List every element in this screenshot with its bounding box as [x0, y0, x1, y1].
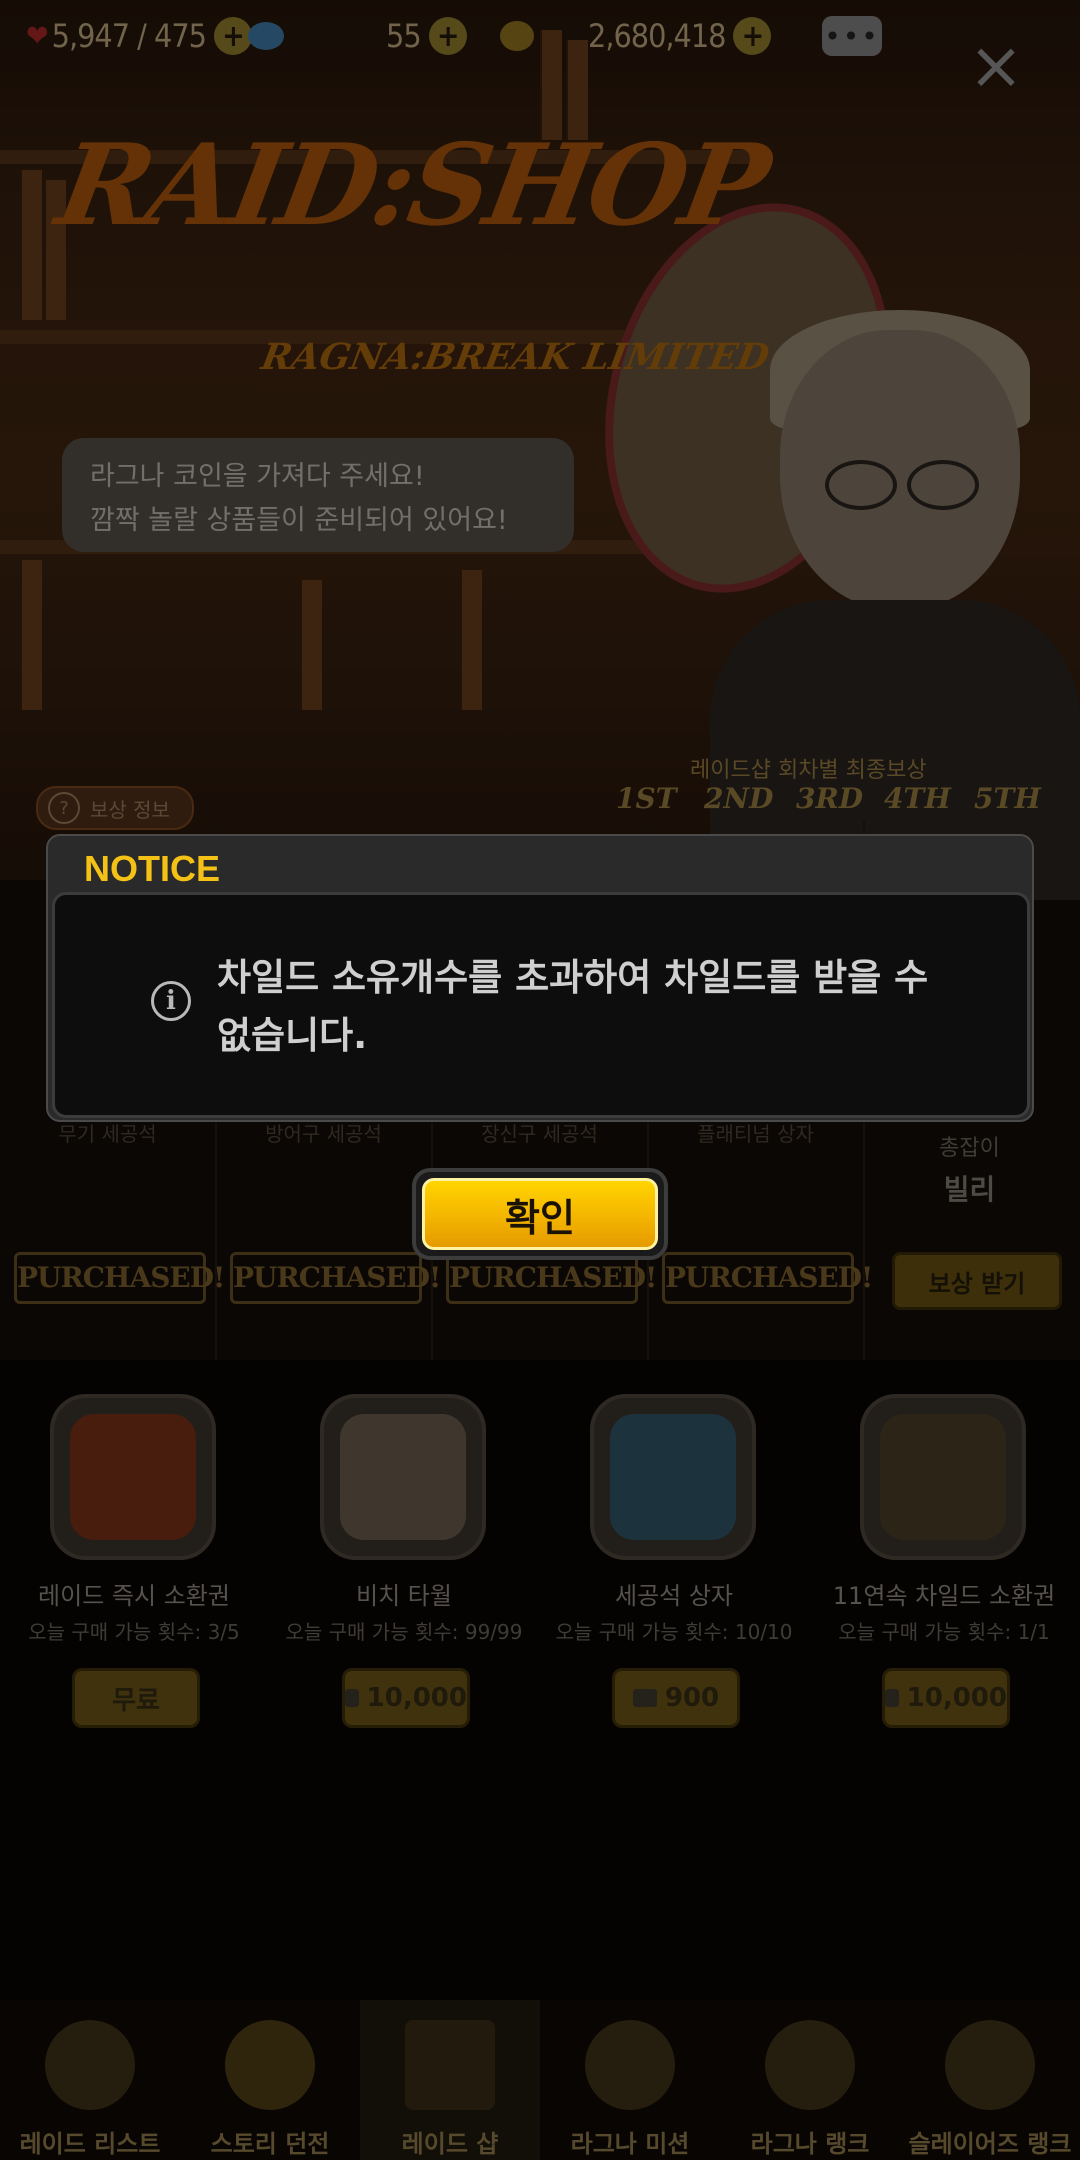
confirm-button[interactable]: 확인	[412, 1168, 668, 1260]
confirm-label: 확인	[422, 1178, 658, 1250]
dialog-title: NOTICE	[84, 848, 221, 889]
raid-shop-screen: RAID:SHOP RAGNA:BREAK LIMITED 라그나 코인을 가져…	[0, 0, 1080, 2160]
notice-dialog: NOTICE i 차일드 소유개수를 초과하여 차일드를 받을 수 없습니다.	[46, 834, 1034, 1122]
dialog-body: i 차일드 소유개수를 초과하여 차일드를 받을 수 없습니다.	[52, 892, 1030, 1118]
info-icon: i	[151, 981, 191, 1021]
dialog-message: 차일드 소유개수를 초과하여 차일드를 받을 수 없습니다.	[217, 956, 929, 1057]
